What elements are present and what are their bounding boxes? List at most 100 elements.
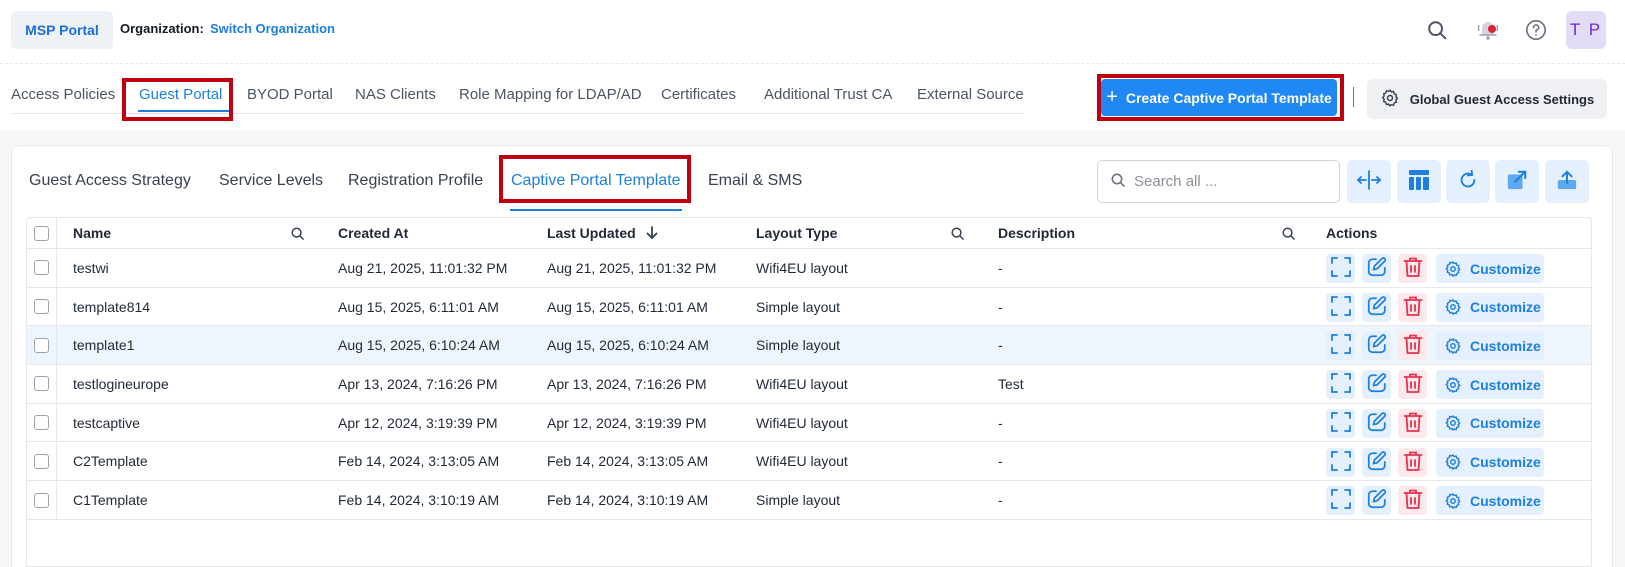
row-created-at: Feb 14, 2024, 3:10:19 AM	[338, 492, 500, 509]
open-external-button[interactable]	[1495, 160, 1539, 203]
customize-button[interactable]: Customize	[1436, 254, 1544, 283]
switch-organization-link[interactable]: Switch Organization	[210, 21, 335, 36]
preview-button[interactable]	[1326, 447, 1355, 477]
tab-email-sms[interactable]: Email & SMS	[708, 172, 802, 190]
gear-icon	[1444, 414, 1462, 432]
edit-button[interactable]	[1362, 370, 1391, 400]
select-all-cell	[27, 218, 57, 248]
select-all-checkbox[interactable]	[34, 225, 49, 241]
row-checkbox[interactable]	[34, 299, 49, 315]
preview-button[interactable]	[1326, 331, 1355, 361]
row-name: template814	[73, 298, 151, 315]
row-select-cell	[27, 287, 57, 326]
row-last-updated: Feb 14, 2024, 3:10:19 AM	[547, 492, 709, 509]
nav-external-source[interactable]: External Source	[917, 86, 1024, 103]
customize-label: Customize	[1470, 415, 1541, 432]
customize-button[interactable]: Customize	[1436, 447, 1544, 477]
preview-button[interactable]	[1326, 292, 1355, 322]
customize-button[interactable]: Customize	[1436, 408, 1544, 438]
table-row[interactable]: testcaptive Apr 12, 2024, 3:19:39 PM Apr…	[27, 403, 1591, 443]
row-checkbox[interactable]	[34, 376, 49, 392]
upload-icon	[1556, 169, 1578, 194]
layout-filter-search-icon[interactable]	[950, 226, 965, 244]
customize-button[interactable]: Customize	[1436, 370, 1544, 400]
column-header-name[interactable]: Name	[73, 218, 111, 248]
table-row[interactable]: template814 Aug 15, 2025, 6:11:01 AM Aug…	[27, 287, 1591, 327]
edit-button[interactable]	[1362, 254, 1391, 283]
column-header-description[interactable]: Description	[998, 218, 1075, 248]
templates-table: Name Created At Last Updated Layout Type…	[26, 217, 1592, 567]
tab-registration-profile[interactable]: Registration Profile	[348, 172, 483, 190]
column-header-last-updated[interactable]: Last Updated	[547, 218, 658, 248]
customize-button[interactable]: Customize	[1436, 292, 1544, 322]
preview-button[interactable]	[1326, 408, 1355, 438]
table-row[interactable]: C1Template Feb 14, 2024, 3:10:19 AM Feb …	[27, 481, 1591, 520]
nav-additional-trust-ca[interactable]: Additional Trust CA	[764, 86, 892, 103]
row-created-at: Aug 21, 2025, 11:01:32 PM	[338, 259, 508, 276]
row-select-cell	[27, 481, 57, 519]
search-input[interactable]	[1134, 173, 1324, 190]
nav-nas-clients[interactable]: NAS Clients	[355, 86, 436, 103]
delete-button[interactable]	[1398, 408, 1427, 438]
customize-button[interactable]: Customize	[1436, 331, 1544, 361]
delete-button[interactable]	[1398, 292, 1427, 322]
name-filter-search-icon[interactable]	[290, 226, 305, 244]
export-button[interactable]	[1545, 160, 1589, 203]
row-checkbox[interactable]	[34, 337, 49, 353]
edit-button[interactable]	[1362, 292, 1391, 322]
preview-button[interactable]	[1326, 254, 1355, 283]
customize-label: Customize	[1470, 492, 1541, 509]
preview-button[interactable]	[1326, 370, 1355, 400]
trash-icon	[1403, 295, 1423, 320]
global-guest-access-settings-button[interactable]: Global Guest Access Settings	[1367, 79, 1607, 119]
column-header-created-at[interactable]: Created At	[338, 218, 408, 248]
resize-columns-button[interactable]	[1347, 160, 1391, 203]
delete-button[interactable]	[1398, 486, 1427, 516]
row-description: -	[998, 492, 1003, 509]
open-external-icon	[1506, 169, 1528, 194]
table-row[interactable]: template1 Aug 15, 2025, 6:10:24 AM Aug 1…	[27, 326, 1591, 366]
delete-button[interactable]	[1398, 254, 1427, 283]
row-checkbox[interactable]	[34, 415, 49, 431]
refresh-button[interactable]	[1446, 160, 1490, 203]
tab-guest-access-strategy[interactable]: Guest Access Strategy	[29, 172, 191, 190]
active-tab-underline	[138, 110, 232, 112]
column-header-layout-type[interactable]: Layout Type	[756, 218, 837, 248]
notification-bell-icon[interactable]	[1474, 16, 1502, 44]
search-box[interactable]	[1097, 160, 1340, 203]
tab-service-levels[interactable]: Service Levels	[219, 172, 323, 190]
msp-portal-button[interactable]: MSP Portal	[11, 11, 113, 49]
edit-button[interactable]	[1362, 331, 1391, 361]
delete-button[interactable]	[1398, 331, 1427, 361]
table-row[interactable]: testwi Aug 21, 2025, 11:01:32 PM Aug 21,…	[27, 249, 1591, 288]
search-icon[interactable]	[1423, 16, 1451, 44]
row-checkbox[interactable]	[34, 492, 49, 508]
nav-guest-portal[interactable]: Guest Portal	[139, 86, 222, 103]
delete-button[interactable]	[1398, 447, 1427, 477]
row-checkbox[interactable]	[34, 453, 49, 469]
edit-button[interactable]	[1362, 486, 1391, 516]
nav-certificates[interactable]: Certificates	[661, 86, 736, 103]
table-row[interactable]: C2Template Feb 14, 2024, 3:13:05 AM Feb …	[27, 442, 1591, 482]
customize-button[interactable]: Customize	[1436, 486, 1544, 516]
tab-captive-portal-template[interactable]: Captive Portal Template	[511, 172, 681, 190]
create-captive-portal-template-button[interactable]: + Create Captive Portal Template	[1101, 79, 1337, 116]
row-checkbox[interactable]	[34, 260, 49, 276]
nav-role-mapping[interactable]: Role Mapping for LDAP/AD	[459, 86, 642, 103]
delete-button[interactable]	[1398, 370, 1427, 400]
user-avatar[interactable]: T P	[1566, 11, 1606, 49]
nav-byod-portal[interactable]: BYOD Portal	[247, 86, 333, 103]
trash-icon	[1403, 488, 1423, 513]
edit-button[interactable]	[1362, 408, 1391, 438]
preview-button[interactable]	[1326, 486, 1355, 516]
row-layout-type: Simple layout	[756, 298, 841, 315]
edit-button[interactable]	[1362, 447, 1391, 477]
organization-label: Organization:	[120, 21, 204, 36]
description-filter-search-icon[interactable]	[1281, 226, 1296, 244]
table-row[interactable]: testlogineurope Apr 13, 2024, 7:16:26 PM…	[27, 365, 1591, 404]
row-last-updated: Aug 15, 2025, 6:10:24 AM	[547, 337, 709, 354]
help-icon[interactable]	[1522, 16, 1550, 44]
column-layout-button[interactable]	[1397, 160, 1441, 203]
nav-access-policies[interactable]: Access Policies	[11, 86, 115, 103]
customize-label: Customize	[1470, 454, 1541, 470]
